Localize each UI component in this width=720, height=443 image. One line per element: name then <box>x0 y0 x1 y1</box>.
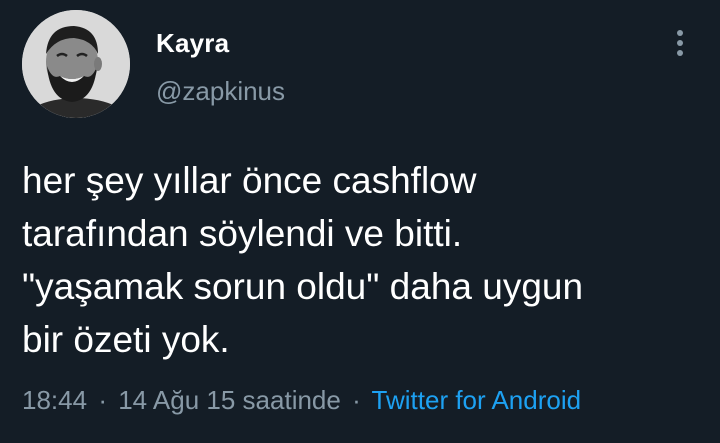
tweet-card: Kayra @zapkinus her şey yıllar önce cash… <box>0 0 720 443</box>
tweet-text: her şey yıllar önce cashflow tarafından … <box>22 154 702 366</box>
tweet-text-line: "yaşamak sorun oldu" daha uygun <box>22 266 584 307</box>
more-dot <box>677 40 683 46</box>
meta-separator: · <box>98 385 107 415</box>
display-name[interactable]: Kayra <box>156 28 229 59</box>
tweet-date[interactable]: 14 Ağu 15 saatinde <box>118 385 341 415</box>
tweet-meta: 18:44 · 14 Ağu 15 saatinde · Twitter for… <box>22 385 581 416</box>
tweet-time[interactable]: 18:44 <box>22 385 87 415</box>
user-handle[interactable]: @zapkinus <box>156 76 285 107</box>
more-dot <box>677 30 683 36</box>
more-dot <box>677 50 683 56</box>
avatar-photo <box>22 10 130 118</box>
meta-separator: · <box>352 385 361 415</box>
tweet-text-line: tarafından söylendi ve bitti. <box>22 213 463 254</box>
avatar[interactable] <box>22 10 130 118</box>
tweet-text-line: her şey yıllar önce cashflow <box>22 160 477 201</box>
tweet-text-line: bir özeti yok. <box>22 319 230 360</box>
tweet-source-link[interactable]: Twitter for Android <box>372 385 582 415</box>
more-vertical-icon[interactable] <box>668 28 692 64</box>
